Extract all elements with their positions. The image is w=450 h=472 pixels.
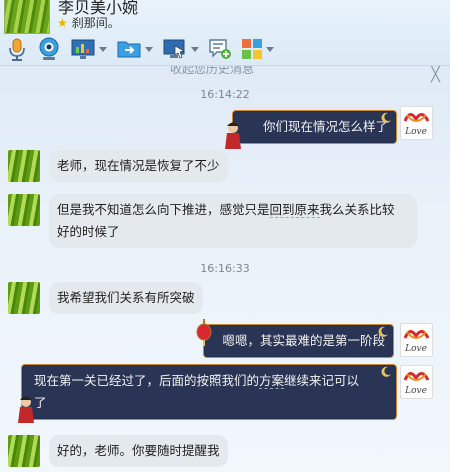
status-text: 刹那间。 <box>71 16 120 30</box>
love-avatar-icon: Love <box>403 113 430 137</box>
love-avatar-icon: Love <box>403 372 430 396</box>
moon-icon <box>378 326 388 337</box>
outgoing-message-bubble[interactable]: 嗯嗯，其实最难的是第一阶段 <box>196 319 394 358</box>
message-text-part: 现在第一关已经过了，后面的按照我们的 <box>34 373 260 388</box>
screen-share-button[interactable] <box>70 36 107 62</box>
message-text-part: 我么关系比较 <box>319 202 395 217</box>
my-avatar[interactable]: Love <box>400 365 433 399</box>
incoming-message-bubble[interactable]: 好的，老师。你要随时提醒我 <box>49 435 228 467</box>
avatar-text: Love <box>404 127 427 137</box>
incoming-message-bubble[interactable]: 我希望我们关系有所突破 <box>49 282 203 314</box>
timestamp: 16:14:22 <box>200 88 250 101</box>
lantern-decoration-icon <box>196 319 212 346</box>
contact-avatar[interactable] <box>8 194 40 226</box>
close-icon[interactable]: ╳ <box>431 66 440 83</box>
apps-button[interactable] <box>241 36 274 62</box>
message-text: 你们现在情况怎么样了 <box>262 119 388 134</box>
chevron-down-icon[interactable] <box>145 46 153 52</box>
message-text-part: 方案 <box>259 373 285 389</box>
incoming-message-bubble[interactable]: 但是我不知道怎么向下推进，感觉只是回到原来我么关系比较 好的时候了 <box>49 194 417 248</box>
message-text: 好的，老师。你要随时提醒我 <box>57 443 220 458</box>
my-avatar[interactable]: Love <box>400 323 433 357</box>
chat-header: 李贝美小婉 ★ 刹那间。 <box>0 0 450 66</box>
message-area[interactable]: 收起您历史消息 ╳ 16:14:22 你们现在情况怎么样了 Love 老师，现在… <box>0 66 450 472</box>
message-text: 我希望我们关系有所突破 <box>57 290 195 305</box>
voice-call-button[interactable] <box>6 36 28 62</box>
avatar-text: Love <box>404 344 427 354</box>
chevron-down-icon[interactable] <box>99 46 107 52</box>
history-link[interactable]: 收起您历史消息 <box>170 66 254 77</box>
screen-share-icon <box>71 39 95 59</box>
create-discussion-button[interactable] <box>208 36 232 62</box>
message-text-part: 回到原来 <box>269 202 320 218</box>
contact-status: ★ 刹那间。 <box>57 14 120 31</box>
chevron-down-icon[interactable] <box>191 46 199 52</box>
send-file-button[interactable] <box>116 36 153 62</box>
contact-avatar[interactable] <box>8 435 40 467</box>
message-text-part: 继续来记可以 <box>284 373 360 388</box>
moon-icon <box>381 112 391 123</box>
love-avatar-icon: Love <box>403 330 430 354</box>
outgoing-message-bubble[interactable]: 你们现在情况怎么样了 <box>224 110 397 149</box>
chat-add-icon <box>209 39 231 59</box>
timestamp: 16:16:33 <box>200 262 250 275</box>
contact-avatar[interactable] <box>4 0 50 34</box>
remote-assist-button[interactable] <box>162 36 199 62</box>
my-avatar[interactable]: Love <box>400 106 433 140</box>
avatar-text: Love <box>404 386 427 396</box>
remote-desktop-icon <box>163 39 185 59</box>
message-text: 嗯嗯，其实最难的是第一阶段 <box>222 333 385 348</box>
incoming-message-bubble[interactable]: 老师，现在情况是恢复了不少 <box>49 150 228 182</box>
message-text-part: 好的时候了 <box>57 224 120 239</box>
contact-avatar[interactable] <box>8 282 40 314</box>
doll-decoration-icon <box>224 122 241 149</box>
message-text: 老师，现在情况是恢复了不少 <box>57 158 220 173</box>
outgoing-message-bubble[interactable]: 现在第一关已经过了，后面的按照我们的方案继续来记可以 了 <box>18 364 397 423</box>
star-icon: ★ <box>57 15 68 30</box>
chevron-down-icon[interactable] <box>266 46 274 52</box>
moon-icon <box>381 366 391 377</box>
file-transfer-icon <box>117 41 141 58</box>
toolbar <box>6 36 274 62</box>
message-text-part: 但是我不知道怎么向下推进，感觉只是 <box>57 202 270 217</box>
apps-grid-icon <box>242 39 262 59</box>
microphone-icon <box>9 38 25 61</box>
video-call-button[interactable] <box>37 36 61 62</box>
contact-avatar[interactable] <box>8 150 40 182</box>
doll-decoration-icon <box>18 396 34 423</box>
webcam-icon <box>39 37 59 60</box>
